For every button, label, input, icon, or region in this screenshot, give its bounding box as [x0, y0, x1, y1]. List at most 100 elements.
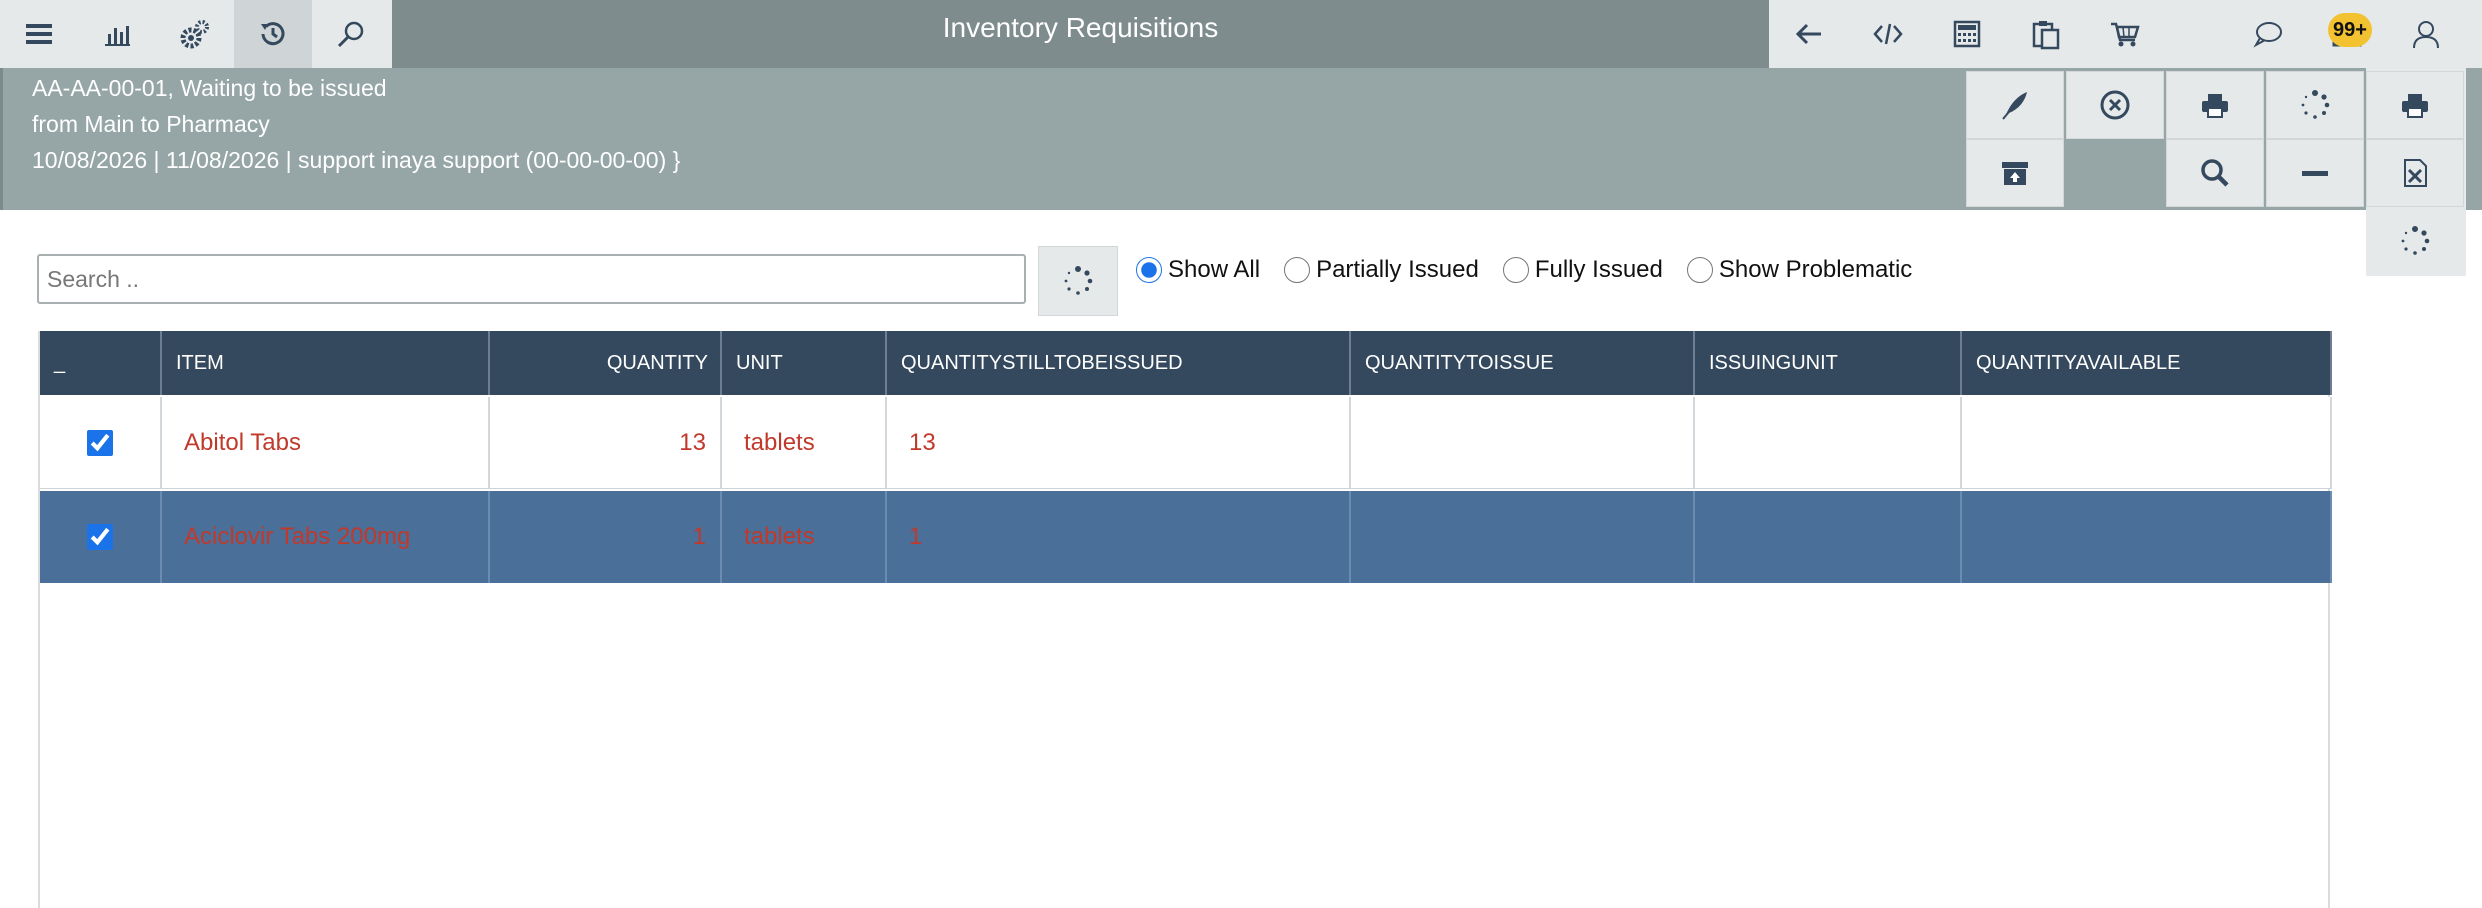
- filter-partially-issued-radio[interactable]: [1284, 257, 1311, 283]
- refresh-button[interactable]: [1038, 246, 1118, 316]
- filter-fully-issued[interactable]: Fully Issued: [1502, 256, 1663, 284]
- excel-icon: [2404, 159, 2427, 187]
- code-icon: [1872, 23, 1903, 45]
- requisition-summary: AA-AA-00-01, Waiting to be issued from M…: [0, 68, 1966, 210]
- cart-button[interactable]: [2085, 0, 2164, 68]
- gears-icon: [180, 20, 209, 49]
- column-header-item[interactable]: ITEM: [162, 331, 490, 395]
- chat-button[interactable]: [2228, 0, 2307, 68]
- table-row[interactable]: Abitol Tabs 13 tablets 13: [40, 397, 2332, 489]
- top-bar: Inventory Requisitions 99+: [0, 0, 2482, 68]
- print-button[interactable]: [2166, 71, 2264, 139]
- filter-fully-issued-radio[interactable]: [1502, 257, 1529, 283]
- cancel-icon: [2100, 90, 2130, 120]
- filter-label: Fully Issued: [1534, 256, 1663, 283]
- filter-radio-group: Show All Partially Issued Fully Issued S…: [1136, 250, 1936, 290]
- calculator-button[interactable]: [1927, 0, 2006, 68]
- search-input[interactable]: [37, 254, 1026, 304]
- available-cell: [1962, 397, 2332, 488]
- row-checkbox[interactable]: [87, 429, 113, 456]
- filter-show-problematic-radio[interactable]: [1686, 257, 1713, 283]
- column-header-available[interactable]: QUANTITYAVAILABLE: [1962, 331, 2332, 395]
- side-action-column: [2366, 68, 2466, 276]
- filter-label: Show All: [1168, 256, 1261, 283]
- collapse-button[interactable]: [2266, 139, 2364, 207]
- cancel-button[interactable]: [2066, 71, 2164, 139]
- item-cell: Abitol Tabs: [162, 397, 490, 488]
- row-select-cell: [40, 397, 162, 488]
- clipboard-button[interactable]: [2006, 0, 2085, 68]
- sign-button[interactable]: [1966, 71, 2064, 139]
- user-icon: [2412, 21, 2439, 49]
- back-button[interactable]: [1769, 0, 1848, 68]
- issuing-unit-cell[interactable]: [1695, 397, 1962, 488]
- column-header-still-to-issue[interactable]: QUANTITYSTILLTOBEISSUED: [887, 331, 1351, 395]
- export-excel-button[interactable]: [2366, 139, 2464, 207]
- menu-icon: [26, 24, 52, 44]
- archive-button[interactable]: [1966, 139, 2064, 207]
- unit-cell: tablets: [722, 491, 887, 583]
- find-button[interactable]: [2166, 139, 2264, 207]
- to-issue-cell[interactable]: [1351, 491, 1695, 583]
- table-header: _ ITEM QUANTITY UNIT QUANTITYSTILLTOBEIS…: [40, 331, 2332, 395]
- filter-show-all-radio[interactable]: [1136, 257, 1162, 283]
- spinner-icon: [2401, 226, 2430, 255]
- spinner-icon: [2301, 90, 2330, 119]
- column-header-quantity[interactable]: QUANTITY: [490, 331, 722, 395]
- menu-button[interactable]: [0, 0, 78, 68]
- print-icon: [2202, 94, 2228, 118]
- print-side-button[interactable]: [2366, 71, 2464, 139]
- minus-icon: [2302, 171, 2328, 176]
- chat-icon: [2252, 22, 2282, 48]
- issuing-unit-cell[interactable]: [1695, 491, 1962, 583]
- still-to-issue-cell: 13: [887, 397, 1351, 488]
- item-cell: Aciclovir Tabs 200mg: [162, 491, 490, 583]
- sign-icon: [2002, 92, 2027, 120]
- top-bar-left-tools: [0, 0, 392, 68]
- cart-icon: [2110, 22, 2140, 47]
- requisition-route-line: from Main to Pharmacy: [32, 111, 270, 137]
- filter-partially-issued[interactable]: Partially Issued: [1284, 256, 1479, 284]
- unit-cell: tablets: [722, 397, 887, 488]
- statistics-button[interactable]: [78, 0, 156, 68]
- available-cell: [1962, 491, 2332, 583]
- filter-label: Show Problematic: [1718, 256, 1913, 283]
- clipboard-icon: [2032, 21, 2059, 50]
- still-to-issue-cell: 1: [887, 491, 1351, 583]
- history-icon: [261, 22, 285, 46]
- arrow-left-icon: [1795, 23, 1821, 45]
- history-button[interactable]: [234, 0, 312, 68]
- search-button[interactable]: [312, 0, 390, 68]
- row-select-cell: [40, 491, 162, 583]
- code-button[interactable]: [1848, 0, 1927, 68]
- row-checkbox[interactable]: [87, 524, 113, 550]
- spinner-icon: [1064, 266, 1093, 295]
- bar-chart-icon: [105, 26, 130, 46]
- filter-label: Partially Issued: [1316, 256, 1479, 283]
- column-header-unit[interactable]: UNIT: [722, 331, 887, 395]
- quantity-cell: 13: [490, 397, 722, 488]
- column-header-issuing-unit[interactable]: ISSUINGUNIT: [1695, 331, 1962, 395]
- filter-show-all[interactable]: Show All: [1136, 256, 1260, 284]
- column-header-select[interactable]: _: [40, 331, 162, 395]
- requisition-status-line: AA-AA-00-01, Waiting to be issued: [32, 75, 387, 101]
- requisition-dates-line: 10/08/2026 | 11/08/2026 | support inaya …: [32, 147, 681, 173]
- column-header-to-issue[interactable]: QUANTITYTOISSUE: [1351, 331, 1695, 395]
- quantity-cell: 1: [490, 491, 722, 583]
- table-row-selected[interactable]: Aciclovir Tabs 200mg 1 tablets 1: [40, 491, 2332, 583]
- search-icon: [2201, 159, 2229, 187]
- print-icon: [2402, 94, 2428, 118]
- page-title: Inventory Requisitions: [942, 12, 1219, 43]
- top-bar-right-tools: [1769, 0, 2482, 68]
- calculator-icon: [1953, 20, 1980, 48]
- notifications-badge[interactable]: 99+: [2328, 13, 2372, 47]
- side-loading-indicator: [2366, 207, 2464, 275]
- to-issue-cell[interactable]: [1351, 397, 1695, 488]
- user-button[interactable]: [2386, 0, 2465, 68]
- search-icon: [337, 21, 364, 48]
- loading-indicator: [2266, 71, 2364, 139]
- settings-button[interactable]: [156, 0, 234, 68]
- items-table: _ ITEM QUANTITY UNIT QUANTITYSTILLTOBEIS…: [38, 331, 2332, 908]
- filter-show-problematic[interactable]: Show Problematic: [1686, 256, 1913, 284]
- archive-icon: [2002, 162, 2028, 185]
